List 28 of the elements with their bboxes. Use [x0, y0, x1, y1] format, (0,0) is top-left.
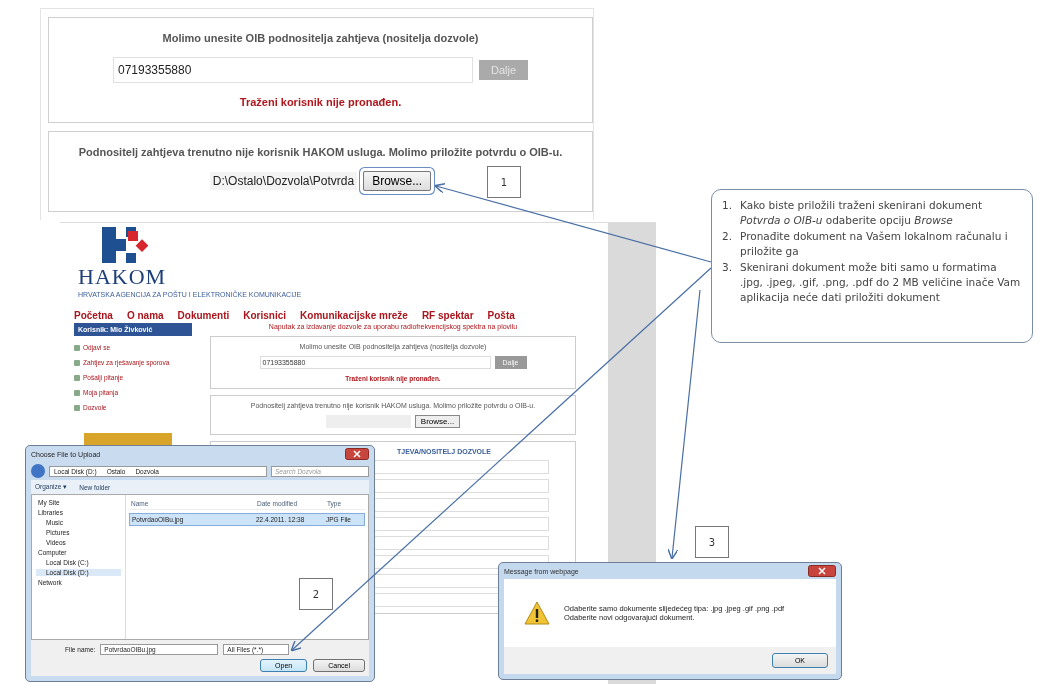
nav-link[interactable]: Početna — [74, 310, 113, 321]
step-badge: 3 — [695, 526, 729, 558]
nav-link[interactable]: RF spektar — [421, 310, 474, 321]
step-badge: 2 — [299, 578, 333, 610]
step-number: 1. — [722, 198, 734, 213]
close-icon[interactable] — [808, 565, 836, 577]
error-message: Traženi korisnik nije pronađen. — [239, 96, 402, 108]
close-icon[interactable] — [345, 448, 369, 460]
browse-button[interactable]: Browse... — [414, 415, 461, 428]
file-path-field[interactable]: D:\Ostalo\Dozvola\Potvrda — [209, 172, 358, 190]
nav-link[interactable]: Dokumenti — [177, 310, 230, 321]
back-icon[interactable] — [31, 464, 45, 478]
step-number: 3. — [722, 260, 734, 275]
step-number: 2. — [722, 229, 734, 244]
warning-icon — [524, 601, 550, 625]
oib-input-field[interactable]: 07193355880 — [112, 57, 473, 83]
instruction-text: Kako biste priložili traženi skenirani dokument Potvrda o OIB-u odaberite opciju Browse — [740, 198, 983, 228]
oib-prompt: Molimo unesite OIB podnositelja zahtjeva (nositelja dozvole) — [162, 32, 479, 44]
step-badge: 1 — [487, 166, 521, 198]
instruction-text: Skenirani dokument može biti samo u formatima .jpg, .jpeg, .gif, .png, .pdf do 2 MB veličine inače Vam aplikacija neće dati priložiti dokument — [740, 260, 1022, 305]
nav-link[interactable]: O nama — [126, 310, 164, 321]
nav-link[interactable]: Pošta — [487, 310, 515, 321]
nav-link[interactable]: Korisnici — [243, 310, 287, 321]
logo-name: HAKOM — [78, 264, 168, 290]
logo-icon — [102, 227, 148, 263]
nav-link[interactable]: Komunikacijske mreže — [300, 310, 408, 321]
upload-message: Podnositelj zahtjeva trenutno nije korisnik HAKOM usluga. Molimo priložite potvrdu o OIB-u. — [78, 146, 563, 158]
instruction-text: Pronađite dokument na Vašem lokalnom računalu i priložite ga — [740, 229, 1009, 259]
